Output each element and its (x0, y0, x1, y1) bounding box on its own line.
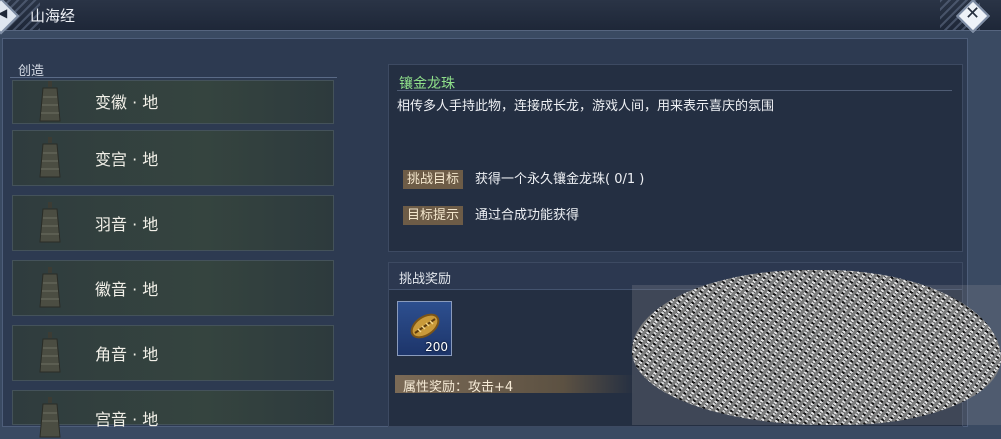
reward-item-count: 200 (425, 340, 448, 354)
list-item-label: 宫音 · 地 (95, 410, 159, 429)
reward-header-label: 挑战奖励 (399, 272, 452, 287)
close-icon: ✕ (965, 3, 981, 24)
task-panel: 镶金龙珠 相传多人手持此物，连接成长龙，游戏人间，用来表示喜庆的氛围 挑战目标 … (388, 64, 963, 252)
list-item-label: 羽音 · 地 (95, 215, 159, 234)
list-item[interactable]: 徽音 · 地 (12, 260, 334, 316)
bell-icon (39, 137, 61, 178)
hint-tag: 目标提示 (403, 206, 464, 225)
bell-icon (39, 332, 61, 373)
attribute-bonus-bar: 属性奖励：攻击+4 (395, 375, 635, 395)
goal-text: 获得一个永久镶金龙珠( 0/1 ) (475, 172, 645, 187)
list-item[interactable]: 羽音 · 地 (12, 195, 334, 251)
list-item-label: 徽音 · 地 (95, 280, 159, 299)
list-item[interactable]: 角音 · 地 (12, 325, 334, 381)
list-header: 创造 (10, 57, 337, 79)
divider (397, 90, 952, 91)
bell-icon (39, 397, 61, 438)
reward-item-slot[interactable]: 200 (397, 301, 452, 356)
task-description: 相传多人手持此物，连接成长龙，游戏人间，用来表示喜庆的氛围 (397, 99, 775, 114)
noise-watermark (632, 270, 1001, 425)
list-item-label: 变宫 · 地 (95, 150, 159, 169)
chevron-left-icon: ◀ (0, 6, 8, 20)
close-button[interactable]: ✕ (956, 0, 990, 33)
window-title: 山海经 (30, 7, 76, 25)
bell-icon (39, 202, 61, 243)
bell-icon (39, 81, 61, 122)
bell-icon (39, 267, 61, 308)
list-item[interactable]: 宫音 · 地 (12, 390, 334, 438)
hint-text: 通过合成功能获得 (475, 208, 580, 223)
list-header-label: 创造 (18, 64, 45, 79)
goal-tag: 挑战目标 (403, 170, 464, 189)
title-bar: ◀ 山海经 ✕ (0, 0, 1001, 35)
list-item[interactable]: 变徽 · 地 (12, 80, 334, 124)
list-item-label: 变徽 · 地 (95, 93, 159, 112)
attribute-bonus-text: 属性奖励：攻击+4 (403, 380, 514, 395)
list-item-label: 角音 · 地 (95, 345, 159, 364)
list-item[interactable]: 变宫 · 地 (12, 130, 334, 186)
